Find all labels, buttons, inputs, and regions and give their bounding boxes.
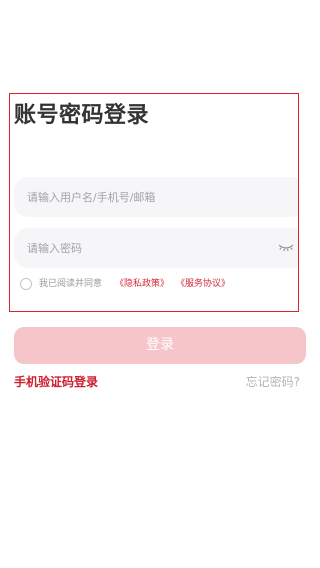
password-field-container [14,228,298,268]
service-agreement-link[interactable]: 《服务协议》 [176,278,230,290]
eye-closed-icon[interactable] [276,240,296,256]
agreement-checkbox[interactable] [20,278,32,290]
page-title: 账号密码登录 [14,103,150,128]
login-form-panel: 账号密码登录 我已阅读并同意 《隐私政策》 《服务协议》 [9,93,299,312]
agreement-text: 我已阅读并同意 [39,279,103,289]
sms-login-link[interactable]: 手机验证码登录 [14,373,98,390]
account-field-container [14,177,298,217]
account-input[interactable] [27,177,257,217]
password-input[interactable] [27,228,257,268]
forgot-password-link[interactable]: 忘记密码? [246,373,300,390]
login-button[interactable]: 登录 [14,327,306,364]
privacy-policy-link[interactable]: 《隐私政策》 [115,278,169,290]
